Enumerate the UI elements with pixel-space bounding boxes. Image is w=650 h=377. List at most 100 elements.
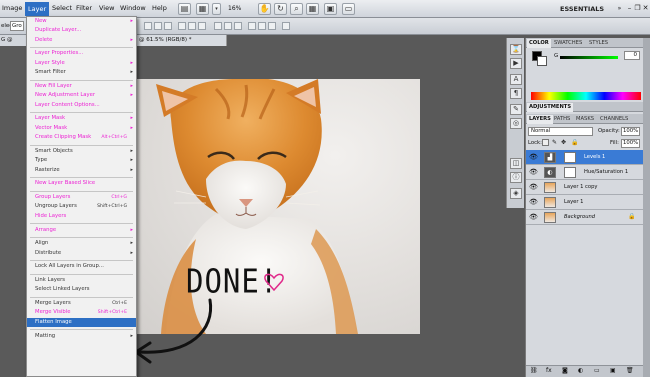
submenu-arrow-icon: ▸	[130, 124, 133, 131]
fill-label: Fill:	[610, 140, 619, 146]
menu-item-matting[interactable]: Matting ▸	[27, 332, 136, 341]
menu-item-ungroup-layers[interactable]: Ungroup Layers Shift+Ctrl+G	[27, 202, 136, 211]
menu-item-new-fill-layer[interactable]: New Fill Layer ▸	[27, 82, 136, 91]
menu-item-smart-objects[interactable]: Smart Objects ▸	[27, 147, 136, 156]
visibility-eye-icon[interactable]: 👁	[529, 198, 538, 207]
menu-item-label: Matting	[35, 332, 56, 339]
menu-item-merge-visible[interactable]: Merge Visible Shift+Ctrl+E	[27, 308, 136, 317]
menu-item-lock-all-layers-in-group[interactable]: Lock All Layers in Group...	[27, 262, 136, 271]
menu-item-arrange[interactable]: Arrange ▸	[27, 226, 136, 235]
menu-item-label: New	[35, 18, 47, 24]
menu-item-delete[interactable]: Delete ▸	[27, 36, 136, 45]
character-icon[interactable]: A	[510, 74, 522, 85]
layer-row-layer-1[interactable]: 👁 Layer 1	[526, 195, 644, 210]
heart-doodle	[264, 273, 284, 292]
new-adjustment-icon[interactable]: ◐	[578, 367, 583, 374]
menu-item-distribute[interactable]: Distribute ▸	[27, 249, 136, 258]
menu-item-group-layers[interactable]: Group Layers Ctrl+G	[27, 193, 136, 202]
menu-item-duplicate-layer[interactable]: Duplicate Layer...	[27, 26, 136, 35]
menu-item-label: Distribute	[35, 249, 62, 256]
menu-item-link-layers[interactable]: Link Layers	[27, 276, 136, 285]
menu-item-new-layer-based-slice[interactable]: New Layer Based Slice	[27, 179, 136, 188]
blend-mode-dropdown[interactable]: Normal	[528, 127, 593, 136]
green-slider[interactable]	[560, 56, 618, 59]
new-layer-icon[interactable]: ▣	[610, 367, 616, 374]
navigator-icon[interactable]: ◈	[510, 188, 522, 199]
tab-styles[interactable]: STYLES	[587, 39, 610, 48]
menu-item-vector-mask[interactable]: Vector Mask ▸	[27, 124, 136, 133]
menu-item-align[interactable]: Align ▸	[27, 239, 136, 248]
menu-item-type[interactable]: Type ▸	[27, 156, 136, 165]
layer-comps-icon[interactable]: ◫	[510, 158, 522, 169]
tab-adjustments[interactable]: ADJUSTMENTS	[527, 103, 574, 112]
add-mask-icon[interactable]: ◙	[562, 367, 568, 374]
menu-item-new[interactable]: New ▸	[27, 17, 136, 26]
tab-masks[interactable]: MASKS	[574, 115, 596, 124]
layer-row-layer-1-copy[interactable]: 👁 Layer 1 copy	[526, 180, 644, 195]
visibility-eye-icon[interactable]: 👁	[529, 213, 538, 222]
levels-adjustment-icon: ▟	[544, 152, 556, 163]
tab-layers[interactable]: LAYERS	[527, 115, 553, 124]
panel-collapse-strip	[643, 38, 650, 377]
visibility-eye-icon[interactable]: 👁	[529, 168, 538, 177]
menu-item-hide-layers[interactable]: Hide Layers	[27, 212, 136, 221]
menu-item-label: Type	[35, 157, 48, 164]
layer-name: Layer 1	[564, 199, 584, 205]
lock-all-icon[interactable]: 🔒	[571, 139, 578, 146]
link-layers-icon[interactable]: ⛓	[530, 367, 538, 374]
menu-item-label: Align	[35, 240, 49, 247]
visibility-eye-icon[interactable]: 👁	[529, 153, 538, 162]
layer-row-levels-1[interactable]: 👁 ▟ Levels 1	[526, 150, 644, 165]
menu-item-label: Group Layers	[35, 194, 71, 201]
tab-color[interactable]: COLOR	[527, 39, 551, 48]
menu-item-layer-mask[interactable]: Layer Mask ▸	[27, 114, 136, 123]
menu-item-rasterize[interactable]: Rasterize ▸	[27, 166, 136, 175]
layer-row-hue-saturation-1[interactable]: 👁 ◐ Hue/Saturation 1	[526, 165, 644, 180]
paragraph-icon[interactable]: ¶	[510, 88, 522, 99]
trash-icon[interactable]: 🗑	[626, 367, 634, 374]
menu-item-smart-filter[interactable]: Smart Filter ▸	[27, 68, 136, 77]
visibility-eye-icon[interactable]: 👁	[529, 183, 538, 192]
green-value-field[interactable]: 0	[624, 51, 640, 60]
lock-position-icon[interactable]: ✥	[561, 139, 566, 146]
clone-source-icon[interactable]: ◎	[510, 118, 522, 129]
background-swatch[interactable]	[537, 56, 547, 66]
layer-row-background[interactable]: 👁 Background 🔒	[526, 210, 644, 225]
tab-swatches[interactable]: SWATCHES	[552, 39, 584, 48]
menu-item-label: Merge Layers	[35, 300, 71, 307]
menu-item-layer-style[interactable]: Layer Style ▸	[27, 59, 136, 68]
menu-item-flatten-image[interactable]: Flatten Image	[27, 317, 136, 328]
menu-item-new-adjustment-layer[interactable]: New Adjustment Layer ▸	[27, 91, 136, 100]
layer-mask-thumbnail[interactable]	[564, 152, 576, 163]
adjustments-panel-header: ADJUSTMENTS	[526, 102, 644, 112]
opacity-field[interactable]: 100%	[621, 127, 640, 136]
lock-image-icon[interactable]: ✎	[552, 139, 557, 146]
layer-name: Background	[564, 214, 596, 220]
actions-icon[interactable]: ▶	[510, 58, 522, 69]
menu-item-label: Create Clipping Mask	[35, 134, 92, 141]
info-icon[interactable]: ⓘ	[510, 172, 522, 183]
lock-transparent-icon[interactable]	[542, 139, 549, 146]
menu-item-label: Merge Visible	[35, 309, 71, 316]
menu-item-create-clipping-mask[interactable]: Create Clipping Mask Alt+Ctrl+G	[27, 133, 136, 142]
layer-style-icon[interactable]: fx	[546, 367, 552, 374]
submenu-arrow-icon: ▸	[130, 226, 133, 233]
menu-item-select-linked-layers[interactable]: Select Linked Layers	[27, 285, 136, 294]
tab-channels[interactable]: CHANNELS	[598, 115, 630, 124]
lock-icon: 🔒	[628, 213, 636, 220]
menu-item-label: Layer Style	[35, 59, 65, 66]
menu-item-layer-content-options[interactable]: Layer Content Options...	[27, 101, 136, 110]
history-icon[interactable]: ⌛	[510, 44, 522, 55]
color-spectrum[interactable]	[531, 92, 641, 100]
submenu-arrow-icon: ▸	[130, 115, 133, 122]
menu-item-layer-properties[interactable]: Layer Properties...	[27, 49, 136, 58]
brushes-icon[interactable]: ✎	[510, 104, 522, 115]
fill-field[interactable]: 100%	[621, 139, 640, 148]
menu-item-label: New Adjustment Layer	[35, 92, 96, 99]
arrow-doodle	[138, 298, 213, 354]
tab-paths[interactable]: PATHS	[552, 115, 572, 124]
menu-item-label: Vector Mask	[35, 124, 68, 131]
menu-item-merge-layers[interactable]: Merge Layers Ctrl+E	[27, 299, 136, 308]
new-group-icon[interactable]: ▭	[594, 367, 600, 374]
layer-mask-thumbnail[interactable]	[564, 167, 576, 178]
